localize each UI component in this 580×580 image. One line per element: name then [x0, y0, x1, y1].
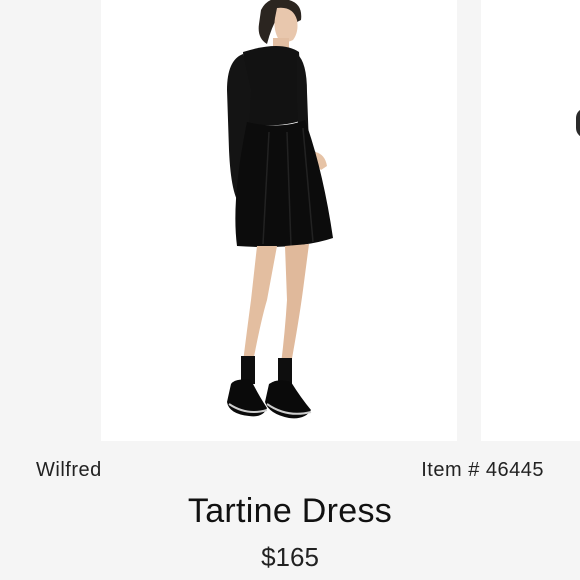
image-carousel[interactable] — [0, 0, 580, 442]
brand-name[interactable]: Wilfred — [36, 459, 102, 482]
item-number: Item # 46445 — [421, 459, 544, 481]
next-product-photo[interactable] — [481, 0, 580, 441]
next-photo-figure-edge — [576, 108, 580, 138]
product-title: Tartine Dress — [187, 492, 393, 530]
model-dress-illustration — [227, 0, 333, 419]
product-listing-page: Wilfred Item # 46445 Tartine Dress $165 — [0, 0, 580, 580]
product-info: Wilfred Item # 46445 Tartine Dress $165 — [0, 442, 580, 580]
product-photo[interactable] — [101, 0, 457, 441]
product-price: $165 — [261, 542, 319, 572]
